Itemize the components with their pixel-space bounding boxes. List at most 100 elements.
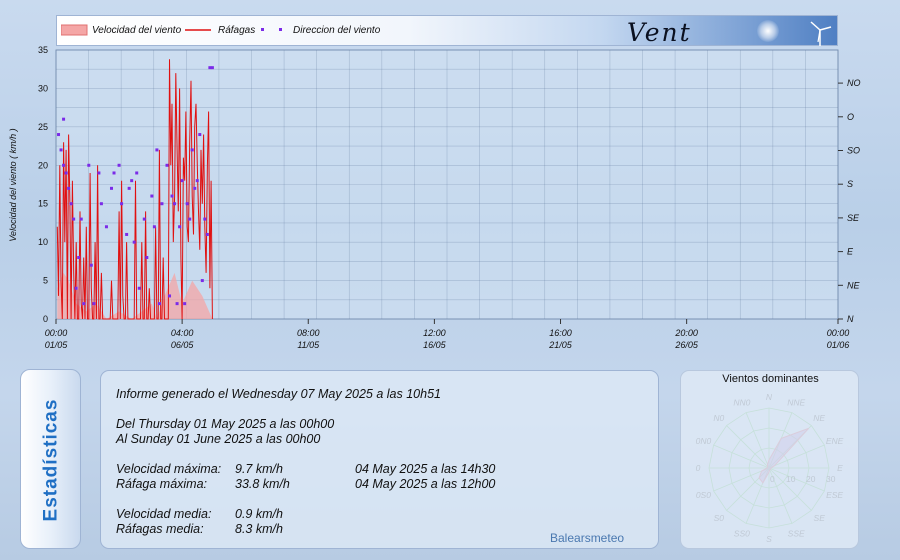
wind-rose-title: Vientos dominantes [722,373,819,385]
direction-point [200,279,204,283]
report-generated: Informe generado el Wednesday 07 May 202… [116,387,441,401]
direction-point [155,148,159,152]
legend-swatch-direction [261,28,282,31]
sun-icon [757,20,779,42]
x-tick-date: 01/06 [827,340,850,350]
report-to: Al Sunday 01 June 2025 a las 00h00 [116,432,321,446]
y2-tick-label: O [847,112,854,122]
direction-point [210,66,214,70]
direction-point [180,179,184,183]
direction-point [157,302,161,306]
x-tick-date: 06/05 [171,340,195,350]
direction-point [185,202,189,206]
report-panel: Informe generado el Wednesday 07 May 202… [100,370,659,549]
x-tick-time: 20:00 [674,328,698,338]
x-tick-time: 08:00 [297,328,320,338]
legend-swatch-speed [61,24,88,36]
x-tick-time: 12:00 [423,328,446,338]
direction-point [72,217,76,221]
direction-point [178,225,182,229]
direction-point [150,194,154,198]
wind-rose-panel: Vientos dominantes [680,370,859,549]
x-tick-time: 00:00 [45,328,68,338]
direction-point [168,294,172,298]
avg-gust-label: Ráfagas media: [116,522,204,536]
direction-point [92,302,96,306]
direction-point [135,171,139,175]
direction-point [62,117,66,121]
direction-point [99,202,103,206]
direction-point [117,163,121,167]
direction-point [82,302,86,306]
x-tick-date: 26/05 [674,340,699,350]
direction-point [145,256,149,260]
direction-point [112,171,116,175]
page-title: Vent [627,18,692,47]
x-tick-date: 21/05 [548,340,573,350]
y2-tick-label: NE [847,280,860,290]
x-tick-time: 16:00 [549,328,572,338]
direction-point [109,186,113,190]
statistics-label: Estadísticas [40,398,62,522]
direction-point [67,186,71,190]
direction-point [127,186,131,190]
direction-point [160,202,164,206]
y-tick-label: 10 [38,237,48,247]
direction-point [137,286,141,290]
legend-label-gust: Ráfagas [218,25,256,36]
max-speed-label: Velocidad máxima: [116,462,222,476]
direction-point [175,302,179,306]
y2-tick-label: SO [847,146,860,156]
direction-point [132,240,136,244]
max-gust-when: 04 May 2025 a las 12h00 [355,477,496,491]
y2-tick-label: N [847,314,854,324]
avg-gust-value: 8.3 km/h [235,522,283,536]
max-speed-value: 9.7 km/h [235,462,283,476]
legend-label-speed: Velocidad del viento [92,25,182,36]
y-tick-label: 15 [38,199,48,209]
direction-point [165,163,169,167]
direction-point [130,179,134,183]
direction-point [193,186,197,190]
direction-point [152,225,156,229]
direction-point [188,217,192,221]
direction-point [198,133,202,137]
direction-point [62,163,66,167]
direction-point [87,163,91,167]
legend-label-direction: Direccion del viento [293,25,381,36]
y-tick-label: 20 [38,160,48,170]
direction-point [195,179,199,183]
direction-point [97,171,101,175]
report-from: Del Thursday 01 May 2025 a las 00h00 [116,417,335,431]
direction-point [57,133,61,137]
max-gust-label: Ráfaga máxima: [116,477,208,491]
statistics-tab[interactable]: Estadísticas [20,369,81,549]
y-tick-label: 30 [38,83,48,93]
max-speed-when: 04 May 2025 a las 14h30 [355,462,496,476]
direction-point [77,256,81,260]
y-tick-label: 5 [43,276,48,286]
x-tick-date: 01/05 [45,340,69,350]
chart-legend: Velocidad del viento Ráfagas Direccion d… [56,15,838,47]
direction-point [74,286,78,290]
direction-point [173,202,177,206]
y-tick-label: 25 [38,122,48,132]
y-tick-label: 35 [38,45,48,55]
direction-point [89,263,93,267]
direction-point [170,194,174,198]
direction-point [190,148,194,152]
avg-speed-label: Velocidad media: [116,507,212,521]
y2-tick-label: S [847,179,853,189]
x-tick-time: 00:00 [827,328,850,338]
avg-speed-value: 0.9 km/h [235,507,283,521]
x-tick-date: 16/05 [423,340,447,350]
y-axis-label: Velocidad del viento ( km/h ) [8,128,18,241]
direction-point [203,217,207,221]
credit-link[interactable]: Balearsmeteo [550,531,624,545]
y2-tick-label: SE [847,213,860,223]
y-tick-label: 0 [43,314,48,324]
direction-point [125,232,129,236]
direction-point [183,302,187,306]
direction-point [59,148,63,152]
wind-turbine-icon [810,21,832,46]
